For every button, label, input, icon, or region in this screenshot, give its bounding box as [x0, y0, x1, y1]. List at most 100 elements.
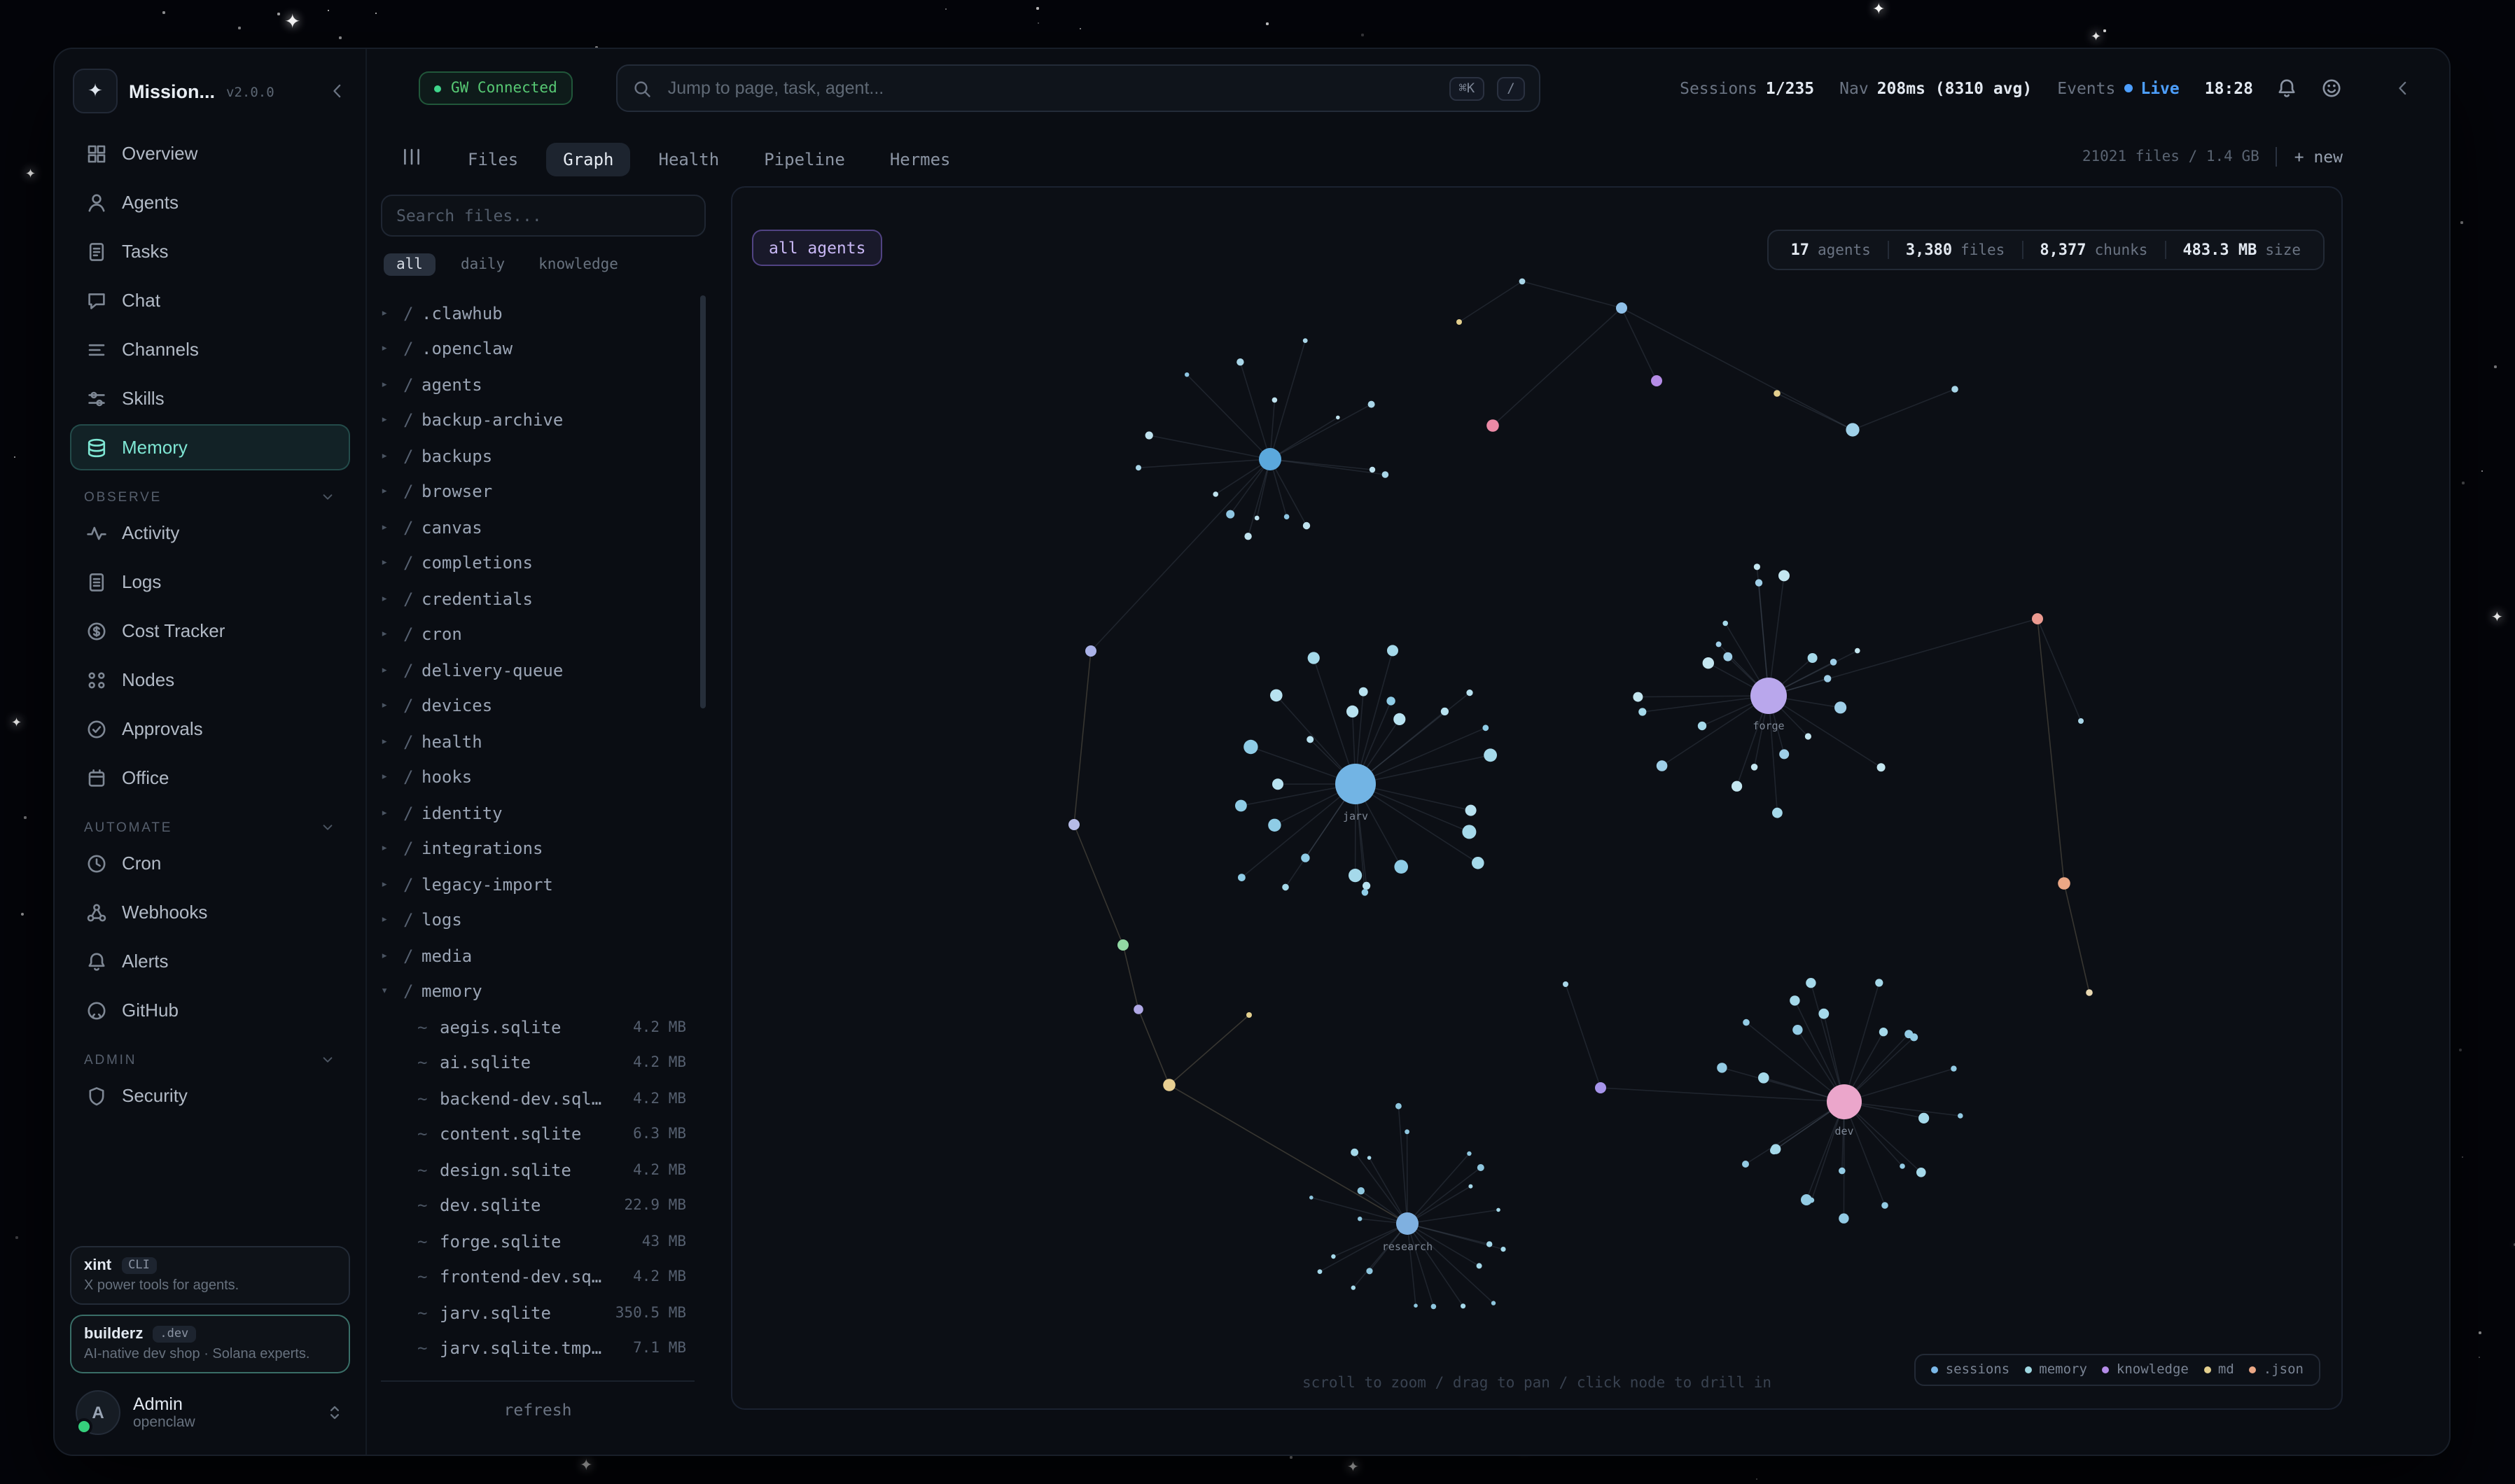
graph-node[interactable]	[1651, 375, 1662, 386]
graph-satellite-node[interactable]	[1301, 853, 1309, 862]
graph-satellite-node[interactable]	[1716, 641, 1722, 647]
graph-satellite-node[interactable]	[1268, 819, 1281, 832]
legend-sessions[interactable]: sessions	[1932, 1362, 2010, 1378]
graph-satellite-node[interactable]	[1824, 675, 1831, 682]
tree-file-forge-sqlite[interactable]: ~forge.sqlite43 MB	[381, 1224, 695, 1259]
graph-satellite-node[interactable]	[1255, 516, 1260, 521]
new-file-button[interactable]: + new	[2294, 147, 2343, 167]
graph-satellite-node[interactable]	[1414, 1303, 1418, 1308]
graph-node[interactable]	[1563, 981, 1568, 987]
graph-satellite-node[interactable]	[1703, 657, 1714, 668]
graph-satellite-node[interactable]	[1482, 724, 1489, 731]
tab-health[interactable]: Health	[642, 142, 737, 176]
gateway-status-chip[interactable]: GW Connected	[419, 71, 573, 105]
graph-satellite-node[interactable]	[1910, 1033, 1918, 1041]
card-xint[interactable]: xintCLIX power tools for agents.	[70, 1246, 350, 1305]
graph-satellite-node[interactable]	[1875, 979, 1883, 986]
graph-satellite-node[interactable]	[1395, 1103, 1402, 1110]
sidebar-item-cron[interactable]: Cron	[70, 840, 350, 886]
sidebar-item-channels[interactable]: Channels	[70, 326, 350, 372]
graph-satellite-node[interactable]	[1405, 1129, 1409, 1134]
graph-satellite-node[interactable]	[1855, 648, 1860, 654]
graph-hub-jarv[interactable]	[1335, 764, 1376, 804]
graph-node[interactable]	[1519, 279, 1526, 285]
graph-satellite-node[interactable]	[1755, 579, 1762, 586]
tab-hermes[interactable]: Hermes	[873, 142, 968, 176]
graph-satellite-node[interactable]	[1743, 1019, 1750, 1026]
graph-node[interactable]	[2078, 718, 2084, 724]
graph-node[interactable]	[1774, 390, 1781, 397]
tree-dir-canvas[interactable]: ▸/canvas	[381, 510, 695, 545]
tree-dir-logs[interactable]: ▸/logs	[381, 902, 695, 938]
tree-file-design-sqlite[interactable]: ~design.sqlite4.2 MB	[381, 1152, 695, 1188]
graph-node[interactable]	[1068, 819, 1080, 830]
graph-satellite-node[interactable]	[1779, 749, 1789, 759]
graph-satellite-node[interactable]	[1834, 701, 1846, 713]
graph-satellite-node[interactable]	[1881, 1202, 1888, 1209]
graph-satellite-node[interactable]	[1349, 869, 1362, 882]
graph-satellite-node[interactable]	[1213, 491, 1218, 497]
graph-satellite-node[interactable]	[1318, 1269, 1323, 1274]
sidebar-item-approvals[interactable]: Approvals	[70, 706, 350, 752]
tree-dir-health[interactable]: ▸/health	[381, 724, 695, 760]
graph-satellite-node[interactable]	[1244, 533, 1251, 540]
tree-dir-integrations[interactable]: ▸/integrations	[381, 831, 695, 867]
user-menu[interactable]: A Admin openclaw	[70, 1383, 350, 1435]
tree-dir-backup-archive[interactable]: ▸/backup-archive	[381, 402, 695, 438]
graph-satellite-node[interactable]	[1351, 1285, 1356, 1289]
graph-satellite-node[interactable]	[1346, 706, 1358, 718]
graph-satellite-node[interactable]	[1243, 740, 1258, 754]
graph-panel[interactable]: jarvforgedevresearch all agents 17agents…	[731, 186, 2343, 1410]
graph-satellite-node[interactable]	[1477, 1164, 1484, 1171]
sidebar-item-github[interactable]: GitHub	[70, 987, 350, 1033]
graph-node[interactable]	[1085, 645, 1096, 657]
graph-node[interactable]	[2086, 989, 2093, 996]
graph-satellite-node[interactable]	[1272, 778, 1283, 790]
global-search-input[interactable]	[665, 77, 1437, 99]
layout-columns-icon[interactable]	[400, 146, 423, 168]
sidebar-item-agents[interactable]: Agents	[70, 179, 350, 225]
sidebar-item-nodes[interactable]: Nodes	[70, 657, 350, 703]
graph-satellite-node[interactable]	[1486, 1241, 1492, 1247]
graph-satellite-node[interactable]	[1367, 1156, 1372, 1160]
tree-dir-memory[interactable]: ▾/memory	[381, 974, 695, 1009]
tree-file-ai-sqlite[interactable]: ~ai.sqlite4.2 MB	[381, 1045, 695, 1081]
legend-json[interactable]: .json	[2250, 1362, 2304, 1378]
sidebar-item-alerts[interactable]: Alerts	[70, 938, 350, 984]
sidebar-item-chat[interactable]: Chat	[70, 277, 350, 323]
graph-satellite-node[interactable]	[1309, 1196, 1314, 1200]
graph-satellite-node[interactable]	[1303, 522, 1310, 529]
graph-satellite-node[interactable]	[1722, 621, 1728, 626]
graph-hub-forge[interactable]	[1750, 678, 1787, 714]
graph-node[interactable]	[2058, 877, 2070, 890]
sidebar-item-cost-tracker[interactable]: Cost Tracker	[70, 608, 350, 654]
graph-satellite-node[interactable]	[1331, 1254, 1335, 1259]
graph-satellite-node[interactable]	[1236, 358, 1243, 365]
tree-file-backend-dev-sql[interactable]: ~backend-dev.sql…4.2 MB	[381, 1081, 695, 1116]
legend-md[interactable]: md	[2204, 1362, 2234, 1378]
tree-file-content-sqlite[interactable]: ~content.sqlite6.3 MB	[381, 1116, 695, 1152]
tree-dir-openclaw[interactable]: ▸/.openclaw	[381, 331, 695, 367]
tree-dir-browser[interactable]: ▸/browser	[381, 474, 695, 510]
graph-satellite-node[interactable]	[1900, 1163, 1905, 1169]
graph-satellite-node[interactable]	[1732, 781, 1742, 792]
graph-node[interactable]	[1117, 939, 1129, 951]
graph-satellite-node[interactable]	[1770, 1147, 1778, 1154]
tree-dir-hooks[interactable]: ▸/hooks	[381, 760, 695, 795]
graph-satellite-node[interactable]	[1772, 808, 1783, 818]
graph-satellite-node[interactable]	[1466, 690, 1472, 696]
tree-dir-cron[interactable]: ▸/cron	[381, 617, 695, 652]
graph-satellite-node[interactable]	[1951, 1065, 1956, 1071]
graph-satellite-node[interactable]	[1839, 1213, 1848, 1223]
graph-satellite-node[interactable]	[1754, 564, 1760, 570]
tree-file-aegis-sqlite[interactable]: ~aegis.sqlite4.2 MB	[381, 1009, 695, 1045]
graph-satellite-node[interactable]	[1918, 1113, 1929, 1124]
graph-satellite-node[interactable]	[1818, 1009, 1829, 1019]
graph-satellite-node[interactable]	[1500, 1247, 1505, 1252]
graph-satellite-node[interactable]	[1467, 1152, 1471, 1156]
graph-satellite-node[interactable]	[1336, 416, 1340, 420]
graph-node[interactable]	[1951, 386, 1958, 393]
graph-satellite-node[interactable]	[1468, 1184, 1472, 1189]
filter-daily[interactable]: daily	[452, 253, 513, 276]
graph-satellite-node[interactable]	[1461, 1303, 1465, 1308]
